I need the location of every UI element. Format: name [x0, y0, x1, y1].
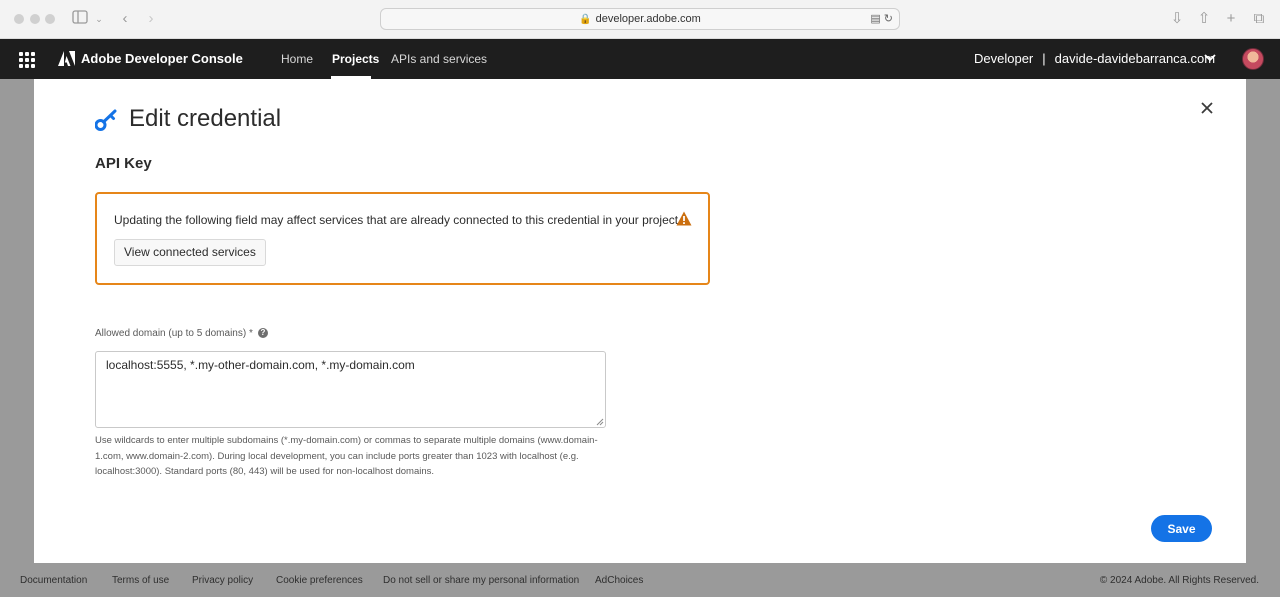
- org-label: Developer: [974, 51, 1034, 66]
- close-icon[interactable]: [1200, 101, 1214, 115]
- dialog-title: Edit credential: [129, 105, 282, 132]
- alert-message: Updating the following field may affect …: [114, 213, 682, 227]
- footer-link-adchoices[interactable]: AdChoices: [595, 575, 643, 586]
- view-connected-services-button[interactable]: View connected services: [114, 239, 266, 266]
- allowed-domain-label: Allowed domain (up to 5 domains) *: [95, 328, 253, 339]
- translate-icon[interactable]: ▤: [870, 13, 880, 25]
- browser-toolbar: ⌄ ‹ › 🔒 developer.adobe.com ▤ ↻ ⇩ ⇧ + ⧉: [0, 0, 1280, 39]
- nav-projects[interactable]: Projects: [332, 52, 379, 66]
- sidebar-toggle-icon[interactable]: [71, 10, 89, 28]
- footer-link-do-not-sell[interactable]: Do not sell or share my personal informa…: [383, 575, 579, 586]
- org-name: davide-davidebarranca.com: [1054, 51, 1216, 66]
- zoom-window-icon[interactable]: [45, 14, 55, 24]
- org-separator: |: [1042, 51, 1046, 66]
- org-switcher[interactable]: Developer | davide-davidebarranca.com: [974, 51, 1215, 66]
- footer-link-terms[interactable]: Terms of use: [112, 575, 169, 586]
- address-bar[interactable]: 🔒 developer.adobe.com ▤ ↻: [380, 8, 900, 30]
- share-icon[interactable]: ⇧: [1195, 10, 1213, 28]
- key-icon: [95, 109, 117, 131]
- url-text: developer.adobe.com: [595, 13, 701, 25]
- back-icon[interactable]: ‹: [116, 10, 134, 28]
- section-title: API Key: [95, 155, 152, 172]
- save-button[interactable]: Save: [1151, 515, 1212, 542]
- minimize-window-icon[interactable]: [30, 14, 40, 24]
- copyright-text: © 2024 Adobe. All Rights Reserved.: [1099, 575, 1259, 586]
- warning-alert: Updating the following field may affect …: [95, 192, 710, 285]
- close-window-icon[interactable]: [14, 14, 24, 24]
- chevron-down-icon[interactable]: [1203, 51, 1217, 65]
- app-switcher-icon[interactable]: [19, 52, 35, 68]
- footer-link-documentation[interactable]: Documentation: [20, 575, 87, 586]
- allowed-domain-field[interactable]: localhost:5555, *.my-other-domain.com, *…: [95, 351, 606, 428]
- avatar[interactable]: [1242, 48, 1264, 70]
- tab-overview-icon[interactable]: ⧉: [1250, 10, 1268, 28]
- lock-icon: 🔒: [579, 14, 592, 25]
- edit-credential-dialog: Edit credential API Key Updating the fol…: [34, 79, 1246, 563]
- nav-apis-and-services[interactable]: APIs and services: [391, 52, 487, 66]
- download-icon[interactable]: ⇩: [1168, 10, 1186, 28]
- resize-handle-icon[interactable]: [596, 418, 604, 426]
- app-title[interactable]: Adobe Developer Console: [81, 51, 243, 66]
- footer-link-cookies[interactable]: Cookie preferences: [276, 575, 363, 586]
- forward-icon[interactable]: ›: [142, 10, 160, 28]
- app-header: Adobe Developer Console Home Projects AP…: [0, 39, 1280, 79]
- chevron-down-icon[interactable]: ⌄: [90, 10, 108, 28]
- reload-icon[interactable]: ↻: [884, 13, 893, 25]
- help-icon[interactable]: ?: [258, 328, 268, 338]
- field-help-text: Use wildcards to enter multiple subdomai…: [95, 435, 598, 477]
- adobe-logo-icon: [58, 51, 75, 66]
- footer-link-privacy[interactable]: Privacy policy: [192, 575, 253, 586]
- nav-home[interactable]: Home: [281, 52, 313, 66]
- new-tab-icon[interactable]: +: [1222, 10, 1240, 28]
- warning-icon: [676, 211, 692, 226]
